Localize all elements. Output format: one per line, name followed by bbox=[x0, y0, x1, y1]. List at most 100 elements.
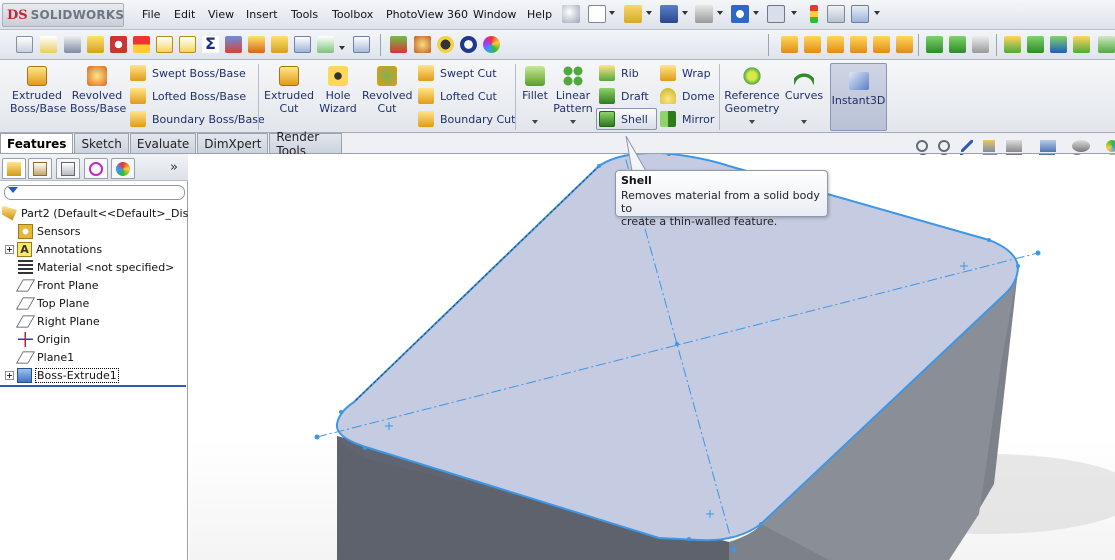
revolved-boss-button[interactable]: Revolved Boss/Base bbox=[70, 66, 126, 115]
undo-icon[interactable] bbox=[731, 5, 749, 23]
swept-boss-button[interactable]: Swept Boss/Base bbox=[130, 64, 246, 82]
rib-button[interactable]: Rib bbox=[599, 64, 639, 82]
tree-item-plane1[interactable]: Plane1 bbox=[16, 348, 74, 366]
extruded-boss-button[interactable]: Extruded Boss/Base bbox=[10, 66, 66, 115]
extruded-cut-button[interactable]: Extruded Cut bbox=[263, 66, 315, 115]
hole-wizard-button[interactable]: Hole Wizard bbox=[318, 66, 358, 115]
warning-icon[interactable] bbox=[248, 36, 265, 53]
curves-button[interactable]: Curves bbox=[784, 66, 824, 102]
gear-icon[interactable] bbox=[972, 36, 989, 53]
surface-2-icon[interactable] bbox=[1027, 36, 1044, 53]
options-icon[interactable] bbox=[851, 5, 869, 23]
surface-5-icon[interactable] bbox=[1098, 36, 1115, 53]
menu-file[interactable]: File bbox=[142, 8, 160, 21]
intersection-icon[interactable] bbox=[225, 36, 242, 53]
solidworks-logo[interactable]: DS SOLIDWORKS bbox=[2, 3, 124, 27]
appearance-icon[interactable] bbox=[483, 36, 500, 53]
menu-view[interactable]: View bbox=[208, 8, 234, 21]
compare-icon[interactable] bbox=[353, 36, 370, 53]
clock-icon[interactable] bbox=[437, 36, 454, 53]
extrude-feature-icon[interactable] bbox=[781, 36, 798, 53]
mirror-button[interactable]: Mirror bbox=[660, 110, 714, 128]
section-icon[interactable] bbox=[87, 36, 104, 53]
centerline-endpoint[interactable] bbox=[731, 547, 737, 553]
tree-root-part[interactable]: Part2 (Default<<Default>_Displa bbox=[2, 204, 205, 222]
previous-view-icon[interactable] bbox=[960, 154, 974, 155]
feature-tree-tab[interactable] bbox=[2, 158, 26, 179]
pin-icon[interactable] bbox=[562, 5, 580, 23]
menu-edit[interactable]: Edit bbox=[174, 8, 195, 21]
expand-tabs-chevron-icon[interactable]: » bbox=[170, 160, 178, 175]
expand-plus-icon[interactable] bbox=[5, 244, 14, 254]
tree-item-right-plane[interactable]: Right Plane bbox=[16, 312, 100, 330]
motion-icon[interactable] bbox=[414, 36, 431, 53]
wrap-button[interactable]: Wrap bbox=[660, 64, 711, 82]
loft-feature-icon[interactable] bbox=[873, 36, 890, 53]
tab-dimxpert[interactable]: DimXpert bbox=[197, 133, 269, 153]
sketch-point[interactable] bbox=[987, 238, 991, 242]
surface-icon[interactable] bbox=[1004, 36, 1021, 53]
display-style-2-icon[interactable] bbox=[1040, 140, 1056, 152]
mass-properties-icon[interactable] bbox=[64, 36, 81, 53]
lofted-boss-button[interactable]: Lofted Boss/Base bbox=[130, 87, 246, 105]
checkmark-circle-icon[interactable] bbox=[460, 36, 477, 53]
check-box-icon[interactable] bbox=[156, 36, 173, 53]
rebuild-traffic-light-icon[interactable] bbox=[810, 5, 818, 23]
property-manager-tab[interactable] bbox=[28, 158, 52, 179]
zoom-area-icon[interactable] bbox=[938, 140, 950, 152]
rollback-bar[interactable] bbox=[0, 385, 186, 387]
move-component-icon[interactable] bbox=[949, 36, 966, 53]
revolved-cut-button[interactable]: Revolved Cut bbox=[362, 66, 412, 115]
zoom-fit-icon[interactable] bbox=[916, 140, 928, 152]
simulation-icon[interactable] bbox=[390, 36, 407, 53]
centerline-endpoint[interactable] bbox=[314, 434, 320, 440]
tree-item-material[interactable]: Material <not specified> bbox=[18, 258, 174, 276]
tree-item-annotations[interactable]: A Annotations bbox=[5, 240, 102, 258]
linear-pattern-button[interactable]: Linear Pattern bbox=[552, 66, 594, 115]
instant3d-button[interactable]: Instant3D bbox=[830, 63, 887, 131]
tree-item-front-plane[interactable]: Front Plane bbox=[16, 276, 99, 294]
sketch-point[interactable] bbox=[1016, 264, 1020, 268]
tab-evaluate[interactable]: Evaluate bbox=[129, 133, 197, 153]
configuration-manager-tab[interactable] bbox=[56, 158, 80, 179]
save-icon[interactable] bbox=[660, 5, 678, 23]
revolve-feature-icon[interactable] bbox=[827, 36, 844, 53]
stop-icon[interactable] bbox=[133, 36, 150, 53]
check-geometry-icon[interactable] bbox=[317, 36, 334, 53]
lofted-cut-button[interactable]: Lofted Cut bbox=[418, 87, 497, 105]
measure-icon[interactable] bbox=[110, 36, 127, 53]
fillet-button[interactable]: Fillet bbox=[519, 66, 551, 102]
sketch-point[interactable] bbox=[363, 446, 367, 450]
display-style-icon[interactable] bbox=[1039, 154, 1055, 155]
appearance-2-icon[interactable] bbox=[1106, 140, 1115, 152]
menu-insert[interactable]: Insert bbox=[246, 8, 278, 21]
reference-geometry-dropdown-arrow[interactable] bbox=[749, 120, 755, 124]
surface-4-icon[interactable] bbox=[1073, 36, 1090, 53]
dimxpert-manager-tab[interactable] bbox=[84, 158, 108, 179]
open-folder-icon[interactable] bbox=[624, 5, 642, 23]
menu-help[interactable]: Help bbox=[527, 8, 552, 21]
file-properties-icon[interactable] bbox=[827, 5, 845, 23]
boss-feature-icon[interactable] bbox=[804, 36, 821, 53]
spell-check-icon[interactable] bbox=[16, 36, 33, 53]
shell-button[interactable]: Shell bbox=[599, 110, 648, 128]
menu-tools[interactable]: Tools bbox=[291, 8, 318, 21]
menu-window[interactable]: Window bbox=[473, 8, 516, 21]
menu-photoview[interactable]: PhotoView 360 bbox=[386, 8, 468, 21]
sweep-feature-icon[interactable] bbox=[850, 36, 867, 53]
tree-item-sensors[interactable]: Sensors bbox=[18, 222, 80, 240]
boundary-cut-button[interactable]: Boundary Cut bbox=[418, 110, 515, 128]
section-view-2-icon[interactable] bbox=[983, 140, 995, 152]
fillet-dropdown-arrow[interactable] bbox=[532, 120, 538, 124]
sketch-point[interactable] bbox=[339, 410, 343, 414]
linear-pattern-dropdown-arrow[interactable] bbox=[570, 120, 576, 124]
surface-3-icon[interactable] bbox=[1050, 36, 1067, 53]
new-document-icon[interactable] bbox=[588, 5, 606, 23]
boundary-boss-button[interactable]: Boundary Boss/Base bbox=[130, 110, 265, 128]
sum-icon[interactable]: Σ bbox=[202, 36, 219, 53]
centerline-endpoint[interactable] bbox=[1035, 250, 1041, 256]
swept-cut-button[interactable]: Swept Cut bbox=[418, 64, 497, 82]
feature-tree-filter[interactable] bbox=[4, 185, 185, 200]
sketch-point[interactable] bbox=[759, 522, 763, 526]
mate-icon[interactable] bbox=[926, 36, 943, 53]
